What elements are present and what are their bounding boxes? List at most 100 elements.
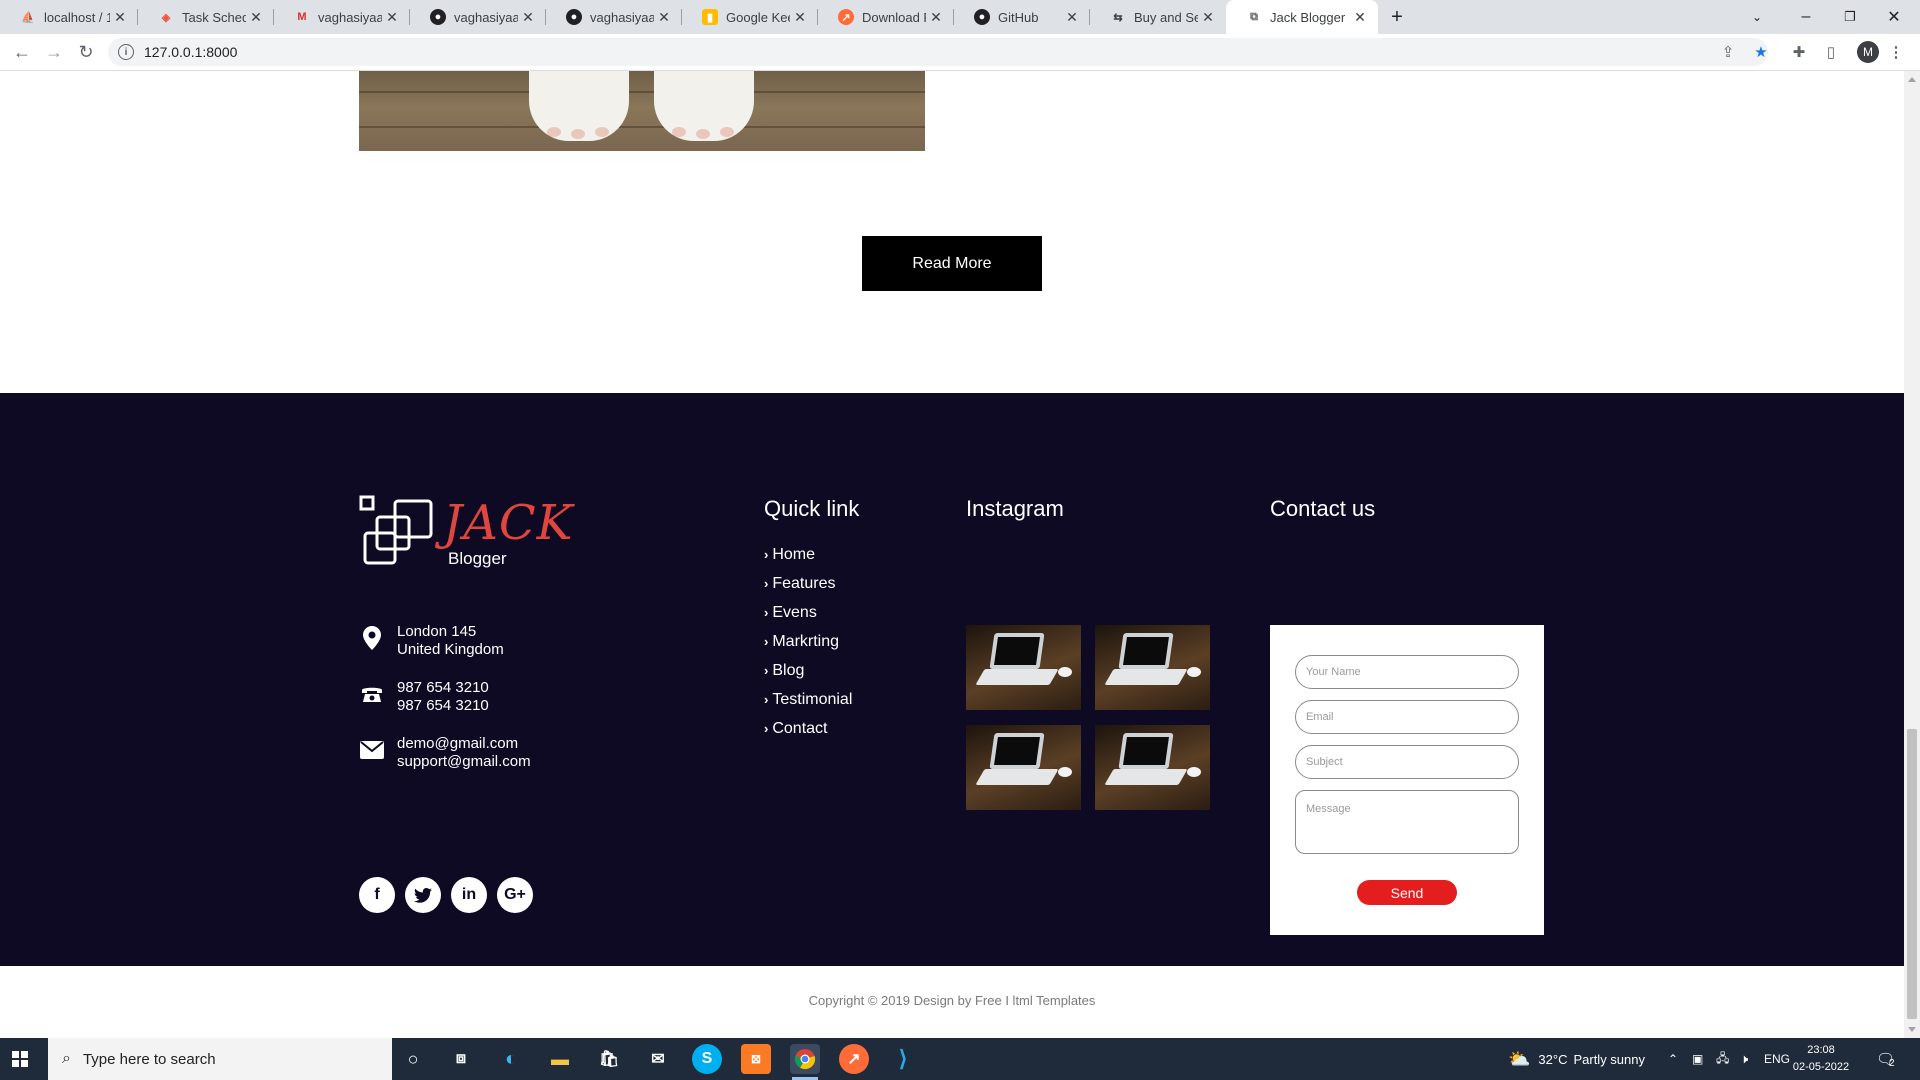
paw-toe [720,127,734,137]
quick-link-evens[interactable]: › Evens [764,598,852,627]
quick-link-blog[interactable]: › Blog [764,656,852,685]
vscode-icon[interactable]: ⟩ [888,1044,918,1074]
browser-tab[interactable]: ● vaghasiyaankur/de ✕ [410,0,546,34]
skype-icon[interactable]: S [692,1044,722,1074]
jack-blogger-logo[interactable]: JACK Blogger [359,495,599,570]
browser-tab[interactable]: ⇆ Buy and Sell Online ✕ [1090,0,1226,34]
quick-link-title: Quick link [764,496,860,521]
browser-menu-icon[interactable]: ⋮ [1885,41,1907,63]
quick-link-home[interactable]: › Home [764,540,852,569]
tab-search-chevron-icon[interactable]: ⌄ [1742,0,1772,34]
quick-link-testimonial[interactable]: › Testimonial [764,685,852,714]
taskbar-search-placeholder: Type here to search [82,1050,216,1068]
browser-tab[interactable]: ● vaghasiyaankur/es ✕ [546,0,682,34]
taskbar-search-box[interactable]: ⌕ Type here to search [48,1038,392,1080]
browser-tab[interactable]: M vaghasiyaankur inv ✕ [274,0,410,34]
xampp-icon[interactable]: ⊠ [741,1044,771,1074]
github-icon: ● [430,9,446,25]
volume-icon[interactable]: 🕨 [1740,1038,1748,1080]
instagram-image[interactable] [966,625,1081,710]
windows-start-icon[interactable] [12,1051,28,1067]
linkedin-icon[interactable]: in [451,877,487,913]
site-info-icon[interactable]: i [118,44,134,60]
quick-link-contact[interactable]: › Contact [764,714,852,743]
instagram-title: Instagram [966,496,1064,521]
chevron-right-icon: › [764,547,769,562]
network-icon[interactable]: 🖧 [1716,1038,1729,1080]
tray-overflow-chevron-icon[interactable]: ⌃ [1668,1038,1678,1080]
olx-icon: ⇆ [1113,11,1123,24]
postman-app-icon[interactable]: ↗ [839,1044,869,1074]
quick-link-features[interactable]: › Features [764,569,852,598]
close-tab-icon[interactable]: ✕ [246,9,266,26]
phpmyadmin-icon: ⛵ [21,11,35,24]
close-tab-icon[interactable]: ✕ [110,9,130,26]
meet-now-icon[interactable]: ▣ [1692,1038,1703,1080]
back-arrow-icon[interactable]: ← [8,38,36,66]
google-plus-icon[interactable]: G+ [497,877,533,913]
reload-icon[interactable]: ↻ [72,38,100,66]
task-view-icon[interactable]: ⧈ [446,1044,476,1074]
google-keep-icon: ▮ [702,9,718,25]
edge-icon[interactable]: ◐ [496,1044,526,1074]
restore-window-button[interactable]: ❐ [1830,0,1870,34]
browser-tab-active[interactable]: ⧉ Jack Blogger ✕ [1226,0,1378,34]
facebook-icon[interactable]: f [359,877,395,913]
language-indicator[interactable]: ENG [1764,1038,1790,1080]
url-text[interactable]: 127.0.0.1:8000 [144,44,237,60]
close-tab-icon[interactable]: ✕ [1062,9,1082,26]
instagram-image[interactable] [1095,625,1210,710]
instagram-image[interactable] [1095,725,1210,810]
side-panel-icon[interactable]: ▯ [1820,41,1842,63]
close-tab-icon[interactable]: ✕ [382,9,402,26]
twitter-icon[interactable] [405,877,441,913]
profile-avatar[interactable]: M [1857,41,1879,63]
microsoft-store-icon[interactable]: 🛍 [594,1044,624,1074]
browser-tab[interactable]: ◈ Task Scheduling - L ✕ [138,0,274,34]
message-field[interactable]: Message [1295,790,1519,854]
forward-arrow-icon[interactable]: → [40,38,68,66]
site-footer: JACK Blogger London 145 United Kingdom 9… [0,393,1904,966]
page-scrollbar[interactable] [1904,71,1920,1038]
bookmark-star-icon[interactable]: ★ [1750,41,1772,63]
instagram-image[interactable] [966,725,1081,810]
new-tab-button[interactable]: + [1382,0,1412,34]
phone-text: 987 654 3210 987 654 3210 [397,679,489,714]
notification-center-icon[interactable]: 🗨 2 [1876,1038,1895,1080]
extensions-puzzle-icon[interactable]: ✚ [1788,41,1810,63]
read-more-button[interactable]: Read More [862,236,1042,291]
system-clock[interactable]: 23:08 02-05-2022 [1788,1042,1854,1076]
close-tab-icon[interactable]: ✕ [518,9,538,26]
subject-field[interactable]: Subject [1295,745,1519,779]
mail-icon[interactable]: ✉ [643,1044,673,1074]
chrome-icon[interactable] [790,1044,820,1080]
paw-toe [696,129,710,139]
close-tab-icon[interactable]: ✕ [654,9,674,26]
quick-link-list: › Home › Features › Evens › Markrting › Blog … [764,540,852,743]
scroll-up-arrow-icon[interactable] [1908,77,1916,82]
browser-tab[interactable]: ● GitHub ✕ [954,0,1090,34]
close-window-button[interactable]: ✕ [1874,0,1914,34]
postman-icon: ↗ [838,9,854,25]
browser-tab[interactable]: ↗ Download Postman ✕ [818,0,954,34]
close-tab-icon[interactable]: ✕ [1350,9,1370,26]
github-icon: ● [974,9,990,25]
email-field[interactable]: Email [1295,700,1519,734]
weather-widget[interactable]: ⛅ 32°C Partly sunny [1508,1038,1645,1080]
close-tab-icon[interactable]: ✕ [790,9,810,26]
close-tab-icon[interactable]: ✕ [926,9,946,26]
quick-link-markrting[interactable]: › Markrting [764,627,852,656]
send-button[interactable]: Send [1357,880,1457,905]
browser-tab[interactable]: ⛵ localhost / 127.0.0. ✕ [0,0,138,34]
scroll-down-arrow-icon[interactable] [1908,1027,1916,1032]
file-explorer-icon[interactable]: ▬ [545,1044,575,1074]
share-icon[interactable]: ⇪ [1717,41,1739,63]
cortana-icon[interactable]: ○ [398,1044,428,1074]
minimize-window-button[interactable]: – [1786,0,1826,34]
address-bar[interactable]: i 127.0.0.1:8000 [108,38,1768,66]
browser-tab[interactable]: ▮ Google Keep ✕ [682,0,818,34]
name-field[interactable]: Your Name [1295,655,1519,689]
scrollbar-thumb[interactable] [1907,729,1917,1019]
address-row: London 145 United Kingdom [359,623,504,659]
close-tab-icon[interactable]: ✕ [1198,9,1218,26]
